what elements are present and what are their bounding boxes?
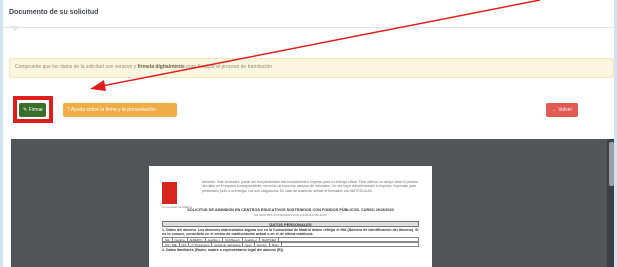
arrow-line (101, 0, 541, 87)
red-arrow-annotation (90, 0, 541, 91)
arrow-head (90, 80, 106, 91)
